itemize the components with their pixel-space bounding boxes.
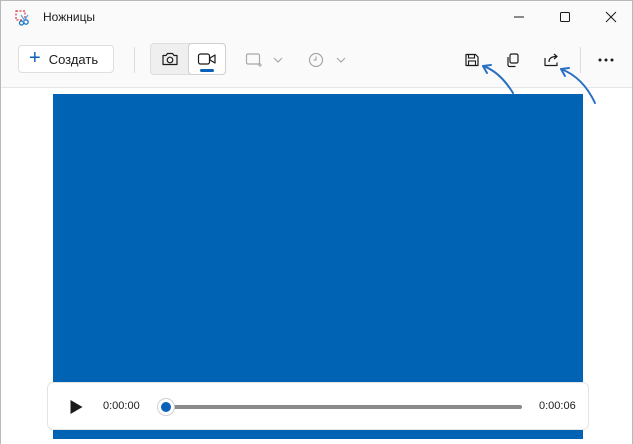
total-time: 0:00:06 bbox=[539, 400, 576, 412]
video-camera-icon bbox=[197, 53, 216, 65]
toolbar: + Создать bbox=[1, 37, 632, 83]
capture-mode-toggle bbox=[150, 43, 226, 75]
play-button[interactable] bbox=[66, 395, 86, 419]
current-time: 0:00:00 bbox=[103, 400, 140, 412]
video-player-controls: 0:00:00 0:00:06 bbox=[47, 382, 589, 430]
video-mode-button[interactable] bbox=[188, 43, 226, 75]
save-button[interactable] bbox=[457, 45, 487, 75]
chevron-down-icon bbox=[273, 57, 283, 63]
close-icon bbox=[605, 11, 617, 23]
snip-shape-dropdown[interactable] bbox=[245, 45, 284, 75]
share-icon bbox=[544, 53, 558, 67]
toolbar-divider bbox=[580, 47, 581, 73]
seek-bar[interactable] bbox=[158, 399, 522, 415]
camera-icon bbox=[161, 52, 178, 66]
minimize-icon bbox=[514, 16, 524, 18]
rectangle-snip-icon bbox=[245, 53, 262, 67]
minimize-button[interactable] bbox=[496, 1, 542, 33]
more-options-button[interactable] bbox=[591, 45, 621, 75]
play-icon bbox=[70, 400, 83, 414]
screenshot-mode-button[interactable] bbox=[151, 44, 188, 74]
close-button[interactable] bbox=[588, 1, 633, 33]
snipping-tool-window: Ножницы + Создать 0:00:00 0:00:06 bbox=[0, 0, 633, 444]
more-icon bbox=[598, 58, 614, 62]
scissors-app-icon bbox=[15, 10, 29, 26]
chevron-down-icon bbox=[336, 57, 346, 63]
save-icon bbox=[465, 53, 479, 67]
new-capture-button[interactable]: + Создать bbox=[18, 45, 114, 73]
delay-dropdown[interactable] bbox=[308, 45, 347, 75]
preview-area: 0:00:00 0:00:06 bbox=[1, 87, 632, 444]
maximize-icon bbox=[560, 12, 570, 22]
plus-icon: + bbox=[29, 47, 41, 69]
title-bar: Ножницы bbox=[1, 1, 632, 33]
copy-button[interactable] bbox=[498, 45, 528, 75]
share-button[interactable] bbox=[537, 45, 567, 75]
selected-mode-indicator bbox=[200, 69, 214, 72]
new-capture-label: Создать bbox=[48, 51, 99, 67]
seek-thumb[interactable] bbox=[158, 399, 174, 415]
window-title: Ножницы bbox=[43, 10, 96, 24]
maximize-button[interactable] bbox=[542, 1, 588, 33]
copy-icon bbox=[507, 53, 519, 68]
toolbar-divider bbox=[134, 47, 135, 73]
clock-icon bbox=[308, 52, 324, 68]
